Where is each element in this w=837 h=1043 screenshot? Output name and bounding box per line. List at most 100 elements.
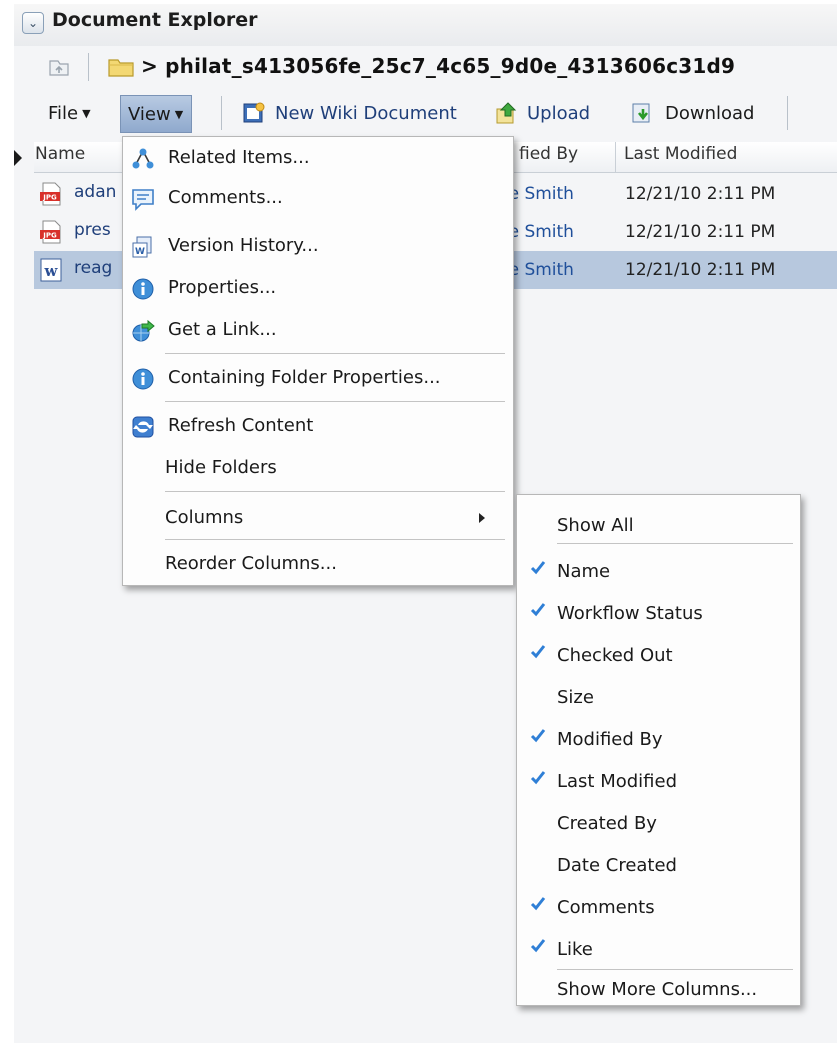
chevron-down-icon: ▼ — [174, 108, 184, 121]
column-divider[interactable] — [615, 142, 616, 172]
column-option-label: Name — [557, 561, 611, 582]
related-items-icon — [132, 148, 154, 169]
column-option-workflow-status[interactable]: Workflow Status — [517, 593, 800, 633]
info-icon — [132, 278, 154, 300]
menu-item-containing-folder-properties[interactable]: Containing Folder Properties... — [123, 359, 513, 399]
toolbar-separator — [221, 96, 222, 130]
toolbar-separator — [787, 96, 788, 130]
menu-item-label: Reorder Columns... — [165, 553, 337, 574]
info-icon — [132, 368, 154, 390]
column-option-label: Comments — [557, 897, 655, 918]
column-header-name[interactable]: Name — [35, 144, 85, 164]
column-option-checked-out[interactable]: Checked Out — [517, 635, 800, 675]
menu-separator — [557, 543, 793, 544]
column-option-like[interactable]: Like — [517, 929, 800, 969]
checkmark-icon — [530, 729, 546, 743]
last-modified: 12/21/10 2:11 PM — [625, 184, 776, 204]
file-menu-button[interactable]: File ▼ — [48, 97, 91, 131]
column-option-label: Last Modified — [557, 771, 678, 792]
column-option-date-created[interactable]: Date Created — [517, 845, 800, 885]
checkmark-icon — [530, 939, 546, 953]
svg-text:JPG: JPG — [42, 232, 57, 240]
menu-item-related-items[interactable]: Related Items... — [123, 139, 513, 179]
column-option-name[interactable]: Name — [517, 551, 800, 591]
panel-title: Document Explorer — [52, 9, 258, 31]
version-history-icon: W — [132, 236, 152, 258]
checkmark-icon — [530, 603, 546, 617]
view-menu-label: View — [128, 104, 171, 125]
submenu-arrow-icon — [479, 513, 485, 523]
checkmark-icon — [530, 645, 546, 659]
column-option-label: Show All — [557, 515, 634, 536]
download-button[interactable]: Download — [665, 97, 754, 131]
file-name[interactable]: pres — [74, 220, 111, 240]
column-option-label: Checked Out — [557, 645, 673, 666]
column-header-last-modified[interactable]: Last Modified — [624, 144, 737, 164]
chevron-down-icon: ▼ — [82, 107, 91, 120]
view-menu-button[interactable]: View ▼ — [120, 95, 193, 133]
menu-item-label: Comments... — [168, 187, 283, 208]
path-separator — [88, 53, 89, 81]
download-icon — [632, 103, 650, 123]
menu-separator — [165, 401, 505, 402]
column-option-show-more-columns[interactable]: Show More Columns... — [517, 973, 800, 1013]
menu-item-get-a-link[interactable]: Get a Link... — [123, 311, 513, 351]
new-wiki-document-button[interactable]: New Wiki Document — [275, 97, 457, 131]
new-wiki-document-icon — [243, 102, 265, 123]
column-option-label: Size — [557, 687, 594, 708]
collapse-icon[interactable]: ⌄ — [22, 12, 44, 34]
upload-icon — [496, 102, 517, 124]
svg-text:w: w — [44, 262, 59, 280]
menu-separator — [165, 539, 505, 540]
column-option-size[interactable]: Size — [517, 677, 800, 717]
column-option-created-by[interactable]: Created By — [517, 803, 800, 843]
link-globe-icon — [132, 319, 155, 342]
menu-item-label: Refresh Content — [168, 415, 314, 436]
comments-icon — [132, 189, 154, 211]
menu-item-label: Columns — [165, 507, 244, 528]
column-option-label: Workflow Status — [557, 603, 703, 624]
column-option-label: Modified By — [557, 729, 663, 750]
svg-text:W: W — [135, 247, 145, 257]
columns-submenu: Show All Name Workflow Status Checked Ou… — [516, 494, 801, 1006]
checkmark-icon — [530, 897, 546, 911]
refresh-icon — [132, 416, 154, 438]
menu-item-comments[interactable]: Comments... — [123, 179, 513, 219]
file-name[interactable]: adan — [74, 182, 116, 202]
menu-item-version-history[interactable]: W Version History... — [123, 227, 513, 267]
column-header-modified-by[interactable]: fied By — [519, 144, 578, 164]
up-folder-icon[interactable] — [46, 55, 72, 79]
column-option-last-modified[interactable]: Last Modified — [517, 761, 800, 801]
last-modified: 12/21/10 2:11 PM — [625, 260, 776, 280]
menu-item-columns[interactable]: Columns — [123, 499, 513, 539]
upload-button[interactable]: Upload — [527, 97, 590, 131]
breadcrumb[interactable]: > philat_s413056fe_25c7_4c65_9d0e_431360… — [141, 54, 735, 78]
menu-item-reorder-columns[interactable]: Reorder Columns... — [123, 545, 513, 585]
word-file-icon: w — [40, 258, 62, 282]
menu-separator — [165, 491, 505, 492]
jpg-file-icon: JPG — [40, 182, 61, 206]
menu-item-properties[interactable]: Properties... — [123, 269, 513, 309]
last-modified: 12/21/10 2:11 PM — [625, 222, 776, 242]
menu-item-label: Containing Folder Properties... — [168, 367, 441, 388]
column-option-label: Date Created — [557, 855, 677, 876]
expand-arrow-icon[interactable] — [14, 150, 22, 166]
menu-item-refresh-content[interactable]: Refresh Content — [123, 407, 513, 447]
menu-item-label: Hide Folders — [165, 457, 277, 478]
view-menu: Related Items... Comments... W Version H… — [122, 136, 514, 586]
menu-item-label: Version History... — [168, 235, 319, 256]
menu-item-label: Get a Link... — [168, 319, 277, 340]
menu-separator — [557, 969, 793, 970]
column-option-modified-by[interactable]: Modified By — [517, 719, 800, 759]
column-option-label: Show More Columns... — [557, 979, 758, 1000]
column-option-comments[interactable]: Comments — [517, 887, 800, 927]
folder-icon — [108, 59, 134, 77]
checkmark-icon — [530, 771, 546, 785]
column-option-label: Created By — [557, 813, 657, 834]
menu-item-hide-folders[interactable]: Hide Folders — [123, 449, 513, 489]
menu-item-label: Properties... — [168, 277, 277, 298]
column-option-show-all[interactable]: Show All — [517, 505, 800, 545]
checkmark-icon — [530, 561, 546, 575]
file-name[interactable]: reag — [74, 258, 112, 278]
file-menu-label: File — [48, 103, 79, 124]
